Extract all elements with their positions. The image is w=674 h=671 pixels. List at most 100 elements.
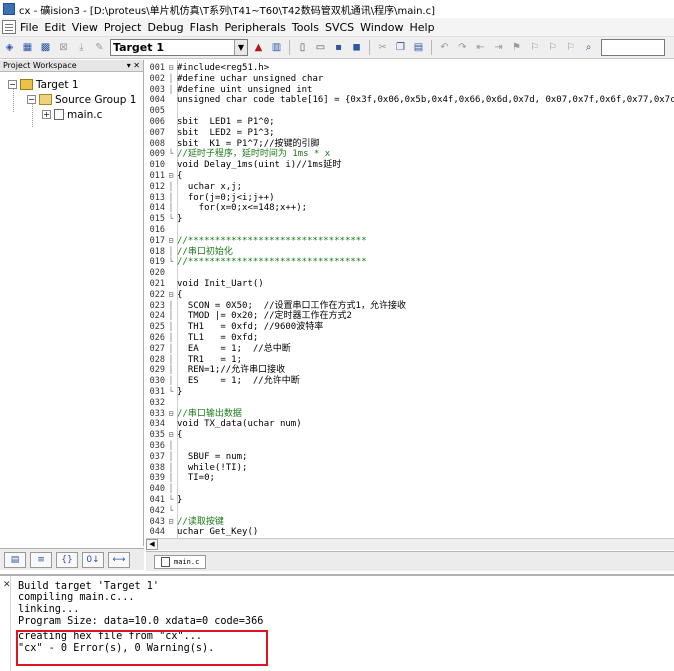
code-line[interactable]: 015 └} — [146, 214, 183, 225]
code-line[interactable]: 007 sbit LED2 = P1^3; — [146, 128, 275, 139]
save-all-icon[interactable]: ◼ — [349, 40, 364, 55]
code-line[interactable]: 024 │ TMOD |= 0x20; //定时器工作在方式2 — [146, 311, 352, 322]
code-line[interactable]: 009 └//延时子程序，延时时间为 1ms * x — [146, 149, 331, 160]
tab-functions[interactable]: 0↓ — [82, 551, 104, 568]
open-file-icon[interactable]: ▭ — [313, 40, 328, 55]
fold-marker[interactable]: ⊟ — [165, 171, 177, 182]
tree-item-source-group[interactable]: − Source Group 1 — [27, 92, 136, 107]
fold-marker[interactable]: ⊟ — [165, 63, 177, 74]
stop-build-icon[interactable]: ⊠ — [56, 40, 71, 55]
menu-edit[interactable]: Edit — [44, 21, 71, 34]
code-line[interactable]: 011 ⊟{ — [146, 171, 183, 182]
fold-marker[interactable]: ⊟ — [165, 517, 177, 528]
scroll-left-icon[interactable]: ◀ — [146, 539, 158, 550]
rebuild-icon[interactable]: ▩ — [38, 40, 53, 55]
code-line[interactable]: 004 unsigned char code table[16] = {0x3f,… — [146, 95, 674, 106]
code-line[interactable]: 012 │ uchar x,j; — [146, 182, 242, 193]
code-line[interactable]: 020 — [146, 268, 177, 279]
find-input[interactable] — [601, 39, 665, 56]
paste-icon[interactable]: ▤ — [411, 40, 426, 55]
code-line[interactable]: 008 sbit K1 = P1^7;//按键的引脚 — [146, 139, 320, 150]
tree-item-main-c[interactable]: + main.c — [42, 107, 102, 122]
code-line[interactable]: 035 ⊟{ — [146, 430, 183, 441]
download-icon[interactable]: ⤓ — [74, 40, 89, 55]
code-line[interactable]: 005 — [146, 106, 177, 117]
expand-toggle-icon[interactable]: + — [42, 110, 51, 119]
redo-icon[interactable]: ↷ — [455, 40, 470, 55]
menu-window[interactable]: Window — [360, 21, 409, 34]
tab-main-c[interactable]: main.c — [154, 554, 207, 569]
code-line[interactable]: 038 │ while(!TI); — [146, 463, 248, 474]
code-line[interactable]: 044 uchar Get_Key() — [146, 527, 259, 538]
manage-components-icon[interactable]: ▥ — [269, 40, 284, 55]
undo-icon[interactable]: ↶ — [437, 40, 452, 55]
code-line[interactable]: 026 │ TL1 = 0xfd; — [146, 333, 259, 344]
code-line[interactable]: 034 void TX_data(uchar num) — [146, 419, 302, 430]
horizontal-scrollbar[interactable]: ◀ — [146, 538, 674, 550]
menu-view[interactable]: View — [72, 21, 104, 34]
cut-icon[interactable]: ✂ — [375, 40, 390, 55]
code-line[interactable]: 019 └//********************************* — [146, 257, 367, 268]
tab-registers[interactable]: ≡ — [30, 551, 52, 568]
tree-item-target[interactable]: − Target 1 — [8, 77, 79, 92]
code-line[interactable]: 001 ⊟ #include<reg51.h> — [146, 63, 269, 74]
code-line[interactable]: 040 │ — [146, 484, 177, 495]
code-line[interactable]: 029 │ REN=1;//允许串口接收 — [146, 365, 286, 376]
code-line[interactable]: 010 void Delay_1ms(uint i)//1ms延时 — [146, 160, 342, 171]
code-line[interactable]: 036 │ — [146, 441, 177, 452]
tab-files[interactable]: ▤ — [4, 551, 26, 568]
code-line[interactable]: 032 — [146, 398, 177, 409]
code-line[interactable]: 042 └ — [146, 506, 177, 517]
menu-debug[interactable]: Debug — [147, 21, 189, 34]
bookmark-icon[interactable]: ⚑ — [509, 40, 524, 55]
tab-templates[interactable]: ⟷ — [108, 551, 130, 568]
save-icon[interactable]: ▪ — [331, 40, 346, 55]
code-line[interactable]: 041 └} — [146, 495, 183, 506]
fold-marker[interactable]: ⊟ — [165, 236, 177, 247]
tab-books[interactable]: {} — [56, 551, 78, 568]
code-line[interactable]: 025 │ TH1 = 0xfd; //9600波特率 — [146, 322, 324, 333]
code-line[interactable]: 002 │ #define uchar unsigned char — [146, 74, 324, 85]
code-line[interactable]: 037 │ SBUF = num; — [146, 452, 248, 463]
code-line[interactable]: 013 │ for(j=0;j<i;j++) — [146, 193, 275, 204]
new-file-icon[interactable]: ▯ — [295, 40, 310, 55]
clear-bookmarks-icon[interactable]: ⚐ — [563, 40, 578, 55]
chevron-down-icon[interactable]: ▼ — [234, 40, 247, 55]
code-line[interactable]: 031 └} — [146, 387, 183, 398]
code-line[interactable]: 027 │ EA = 1; //总中断 — [146, 344, 291, 355]
code-line[interactable]: 043 ⊟//读取按键 — [146, 517, 224, 528]
collapse-toggle-icon[interactable]: − — [8, 80, 17, 89]
target-options-icon[interactable]: ▲ — [251, 40, 266, 55]
next-bookmark-icon[interactable]: ⚐ — [545, 40, 560, 55]
code-line[interactable]: 039 │ TI=0; — [146, 473, 215, 484]
fold-marker[interactable]: ⊟ — [165, 409, 177, 420]
code-line[interactable]: 014 │ for(x=0;x<=148;x++); — [146, 203, 307, 214]
prev-bookmark-icon[interactable]: ⚐ — [527, 40, 542, 55]
code-line[interactable]: 006 sbit LED1 = P1^0; — [146, 117, 275, 128]
code-line[interactable]: 017 ⊟//********************************* — [146, 236, 367, 247]
menu-svcs[interactable]: SVCS — [325, 21, 360, 34]
code-line[interactable]: 028 │ TR1 = 1; — [146, 355, 242, 366]
code-line[interactable]: 003 │ #define uint unsigned int — [146, 85, 313, 96]
target-dropdown[interactable]: Target 1 ▼ — [110, 39, 248, 56]
menu-project[interactable]: Project — [104, 21, 148, 34]
code-editor[interactable]: 001 ⊟ #include<reg51.h> 002 │ #define uchar u… — [146, 60, 674, 538]
translate-icon[interactable]: ◈ — [2, 40, 17, 55]
menu-flash[interactable]: Flash — [190, 21, 225, 34]
unindent-icon[interactable]: ⇥ — [491, 40, 506, 55]
copy-icon[interactable]: ❐ — [393, 40, 408, 55]
code-line[interactable]: 022 ⊟{ — [146, 290, 183, 301]
options-icon[interactable]: ✎ — [92, 40, 107, 55]
fold-marker[interactable]: ⊟ — [165, 430, 177, 441]
code-line[interactable]: 021 void Init_Uart() — [146, 279, 264, 290]
code-line[interactable]: 033 ⊟//串口输出数据 — [146, 409, 242, 420]
menu-file[interactable]: File — [20, 21, 44, 34]
menu-tools[interactable]: Tools — [292, 21, 325, 34]
code-line[interactable]: 030 │ ES = 1; //允许中断 — [146, 376, 300, 387]
code-line[interactable]: 016 — [146, 225, 177, 236]
menu-help[interactable]: Help — [410, 21, 441, 34]
fold-marker[interactable]: ⊟ — [165, 290, 177, 301]
workspace-controls[interactable]: ▾ ✕ — [127, 61, 140, 70]
code-line[interactable]: 018 │//串口初始化 — [146, 247, 233, 258]
code-line[interactable]: 023 │ SCON = 0X50; //设置串口工作在方式1，允许接收 — [146, 301, 406, 312]
